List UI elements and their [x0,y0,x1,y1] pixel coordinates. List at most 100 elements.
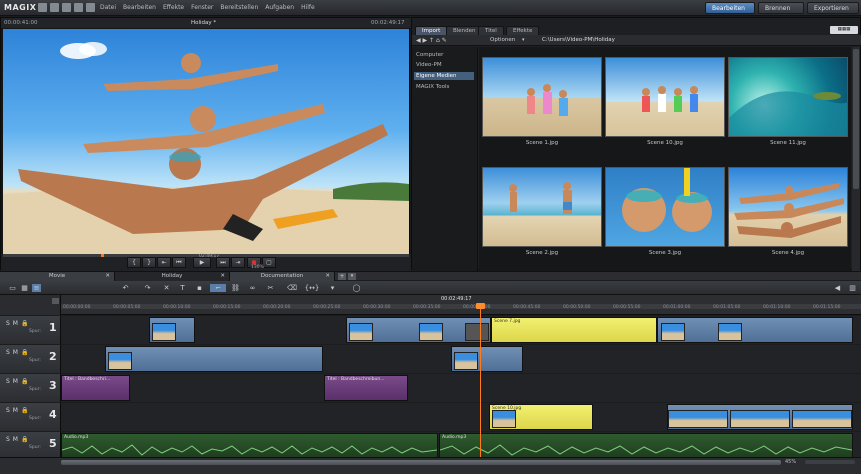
video-clip[interactable] [451,346,523,372]
storyboard-view-icon[interactable]: ▦ [20,284,29,292]
link-icon[interactable]: ⛓ [231,284,240,292]
tree-item-eigene-medien[interactable]: Eigene Medien [414,72,474,80]
close-icon[interactable]: ✕ [220,272,225,281]
video-frame[interactable] [3,29,409,254]
options-chevron-icon[interactable]: ▾ [522,37,525,43]
mode-export-button[interactable]: Exportieren [807,2,859,14]
hscroll-thumb[interactable] [61,460,781,465]
timeline-hscrollbar[interactable] [61,460,781,465]
menu-aufgaben[interactable]: Aufgaben [265,4,294,11]
track-solo-mute-lock[interactable]: SM🔒 [6,378,31,385]
menu-hilfe[interactable]: Hilfe [301,4,315,11]
settings-icon[interactable] [74,3,83,12]
play-button[interactable]: ▶ [193,257,211,268]
ruler-corner-button[interactable] [52,298,59,304]
close-icon[interactable]: ✕ [325,272,330,281]
title-clip[interactable]: Titel : Bandbeschreibun... [324,375,408,401]
view-toggle-button[interactable]: ▦▦▦ [830,26,858,34]
menu-bereitstellen[interactable]: Bereitstellen [220,4,258,11]
split-icon[interactable]: ✂ [266,284,275,292]
playhead-line[interactable] [480,305,481,460]
menu-effekte[interactable]: Effekte [163,4,184,11]
menu-datei[interactable]: Datei [100,4,116,11]
fullscreen-button[interactable]: ▢ [262,257,276,268]
media-thumb[interactable]: Scene 1.jpg [482,47,604,149]
speaker-icon[interactable]: ◀ [833,284,842,292]
redo-icon[interactable]: ↷ [143,284,152,292]
track-solo-mute-lock[interactable]: SM🔒 [6,349,31,356]
tree-item-magix-tools[interactable]: MAGIX Tools [414,83,474,91]
audio-clip[interactable]: Audio.mp3 [61,433,438,459]
help-icon[interactable] [86,3,95,12]
surround-icon[interactable]: ◯ [352,284,361,292]
media-thumb[interactable]: Scene 10.jpg [605,47,727,149]
image-clip[interactable]: Scene 10.jpg [489,404,593,430]
track-solo-mute-lock[interactable]: SM🔒 [6,407,31,414]
title-clip[interactable]: Scene 7.jpg [491,317,657,343]
track-lane[interactable]: Scene 10.jpg [61,403,861,431]
menu-bearbeiten[interactable]: Bearbeiten [123,4,156,11]
tree-item-video-pm[interactable]: Video-PM [414,61,474,69]
pool-scrollbar[interactable] [852,47,860,271]
video-clip[interactable] [346,317,491,343]
audio-clip[interactable]: Audio.mp3 [439,433,853,459]
open-folder-icon[interactable] [50,3,59,12]
pool-scroll-thumb[interactable] [853,49,859,189]
tree-item-computer[interactable]: Computer [414,51,474,59]
tab-titel[interactable]: Titel [478,26,504,35]
add-tab-button[interactable]: + [338,273,346,280]
mode-edit-button[interactable]: Bearbeiten [705,2,755,14]
project-tab-documentation[interactable]: Documentation ✕ [230,272,335,281]
scrub-marker[interactable] [101,254,104,257]
track-solo-mute-lock[interactable]: SM🔒 [6,436,31,443]
multicam-view-icon[interactable]: ≡ [32,284,41,292]
video-clip[interactable] [657,317,853,343]
media-thumb[interactable]: Scene 2.jpg [482,157,604,259]
save-icon[interactable] [62,3,71,12]
timeline-view-icon[interactable]: ▭ [8,284,17,292]
zoom-slider[interactable] [805,460,855,464]
media-thumb[interactable]: Scene 4.jpg [728,157,850,259]
video-clip[interactable] [105,346,323,372]
waveform-icon[interactable]: ▥ [848,284,857,292]
marker-icon[interactable]: ▪ [195,284,204,292]
project-tab-movie[interactable]: Movie ✕ [0,272,115,281]
menu-fenster[interactable]: Fenster [191,4,213,11]
track-lane[interactable]: Titel : Bandbeschri... Titel : Bandbesch… [61,374,861,402]
track-solo-mute-lock[interactable]: SM🔒 [6,320,31,327]
mouse-mode-icon[interactable]: ⌐ [210,284,226,292]
video-clip[interactable] [149,317,195,343]
tab-menu-chevron-icon[interactable]: ▾ [348,273,356,280]
track-lane[interactable]: Audio.mp3 Audio.mp3 [61,432,861,460]
mode-burn-button[interactable]: Brennen [758,2,804,14]
close-icon[interactable]: ✕ [105,272,110,281]
title-clip[interactable]: Titel : Bandbeschri... [61,375,130,401]
text-icon[interactable]: T [178,284,187,292]
tab-effekte[interactable]: Effekte [506,26,540,35]
tab-import[interactable]: Import [415,26,448,35]
mark-in-button[interactable]: { [127,257,141,268]
video-clip[interactable] [667,404,853,430]
timeline-ruler[interactable]: 00:02:49:17 00:00:00:00 00:00:05:00 00:0… [61,295,861,315]
pool-path[interactable]: C:\Users\Video-PM\Holiday [542,37,615,43]
media-thumb[interactable]: Scene 11.jpg [728,47,850,149]
unlink-icon[interactable]: ∞ [248,284,257,292]
eraser-icon[interactable]: ⌫ [287,284,297,292]
new-file-icon[interactable] [38,3,47,12]
track-lane[interactable]: Scene 7.jpg [61,316,861,344]
media-thumb[interactable]: Scene 3.jpg [605,157,727,259]
skip-back-button[interactable]: ⏮ [172,257,186,268]
delete-icon[interactable]: ✕ [162,284,171,292]
options-dropdown[interactable]: Optionen [490,37,515,43]
project-tab-holiday[interactable]: Holiday ✕ [115,272,230,281]
track-lane[interactable] [61,345,861,373]
prev-marker-button[interactable]: ⇤ [157,257,171,268]
mark-out-button[interactable]: } [142,257,156,268]
stretch-icon[interactable]: {↔} [304,284,320,292]
next-marker-button[interactable]: ⇥ [231,257,245,268]
undo-icon[interactable]: ↶ [121,284,130,292]
playhead-handle[interactable] [476,303,485,309]
dropdown-chevron-icon[interactable]: ▾ [328,284,337,292]
skip-forward-button[interactable]: ⏭ [216,257,230,268]
nav-icons[interactable]: ◀ ▶ ↑ ⌂ ✎ [416,37,447,44]
